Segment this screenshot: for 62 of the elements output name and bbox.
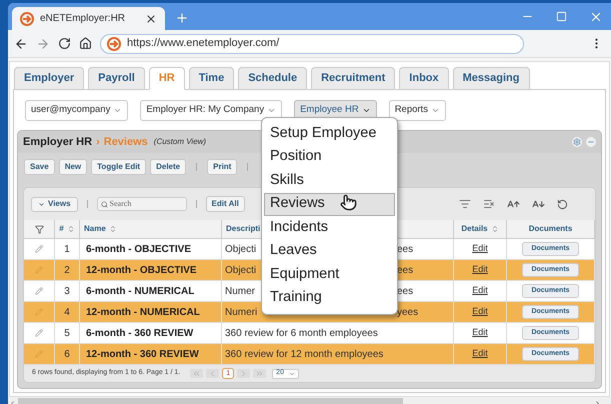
table-cell: 2 [55, 260, 80, 281]
menu-item[interactable]: Incidents [264, 216, 395, 240]
table-cell-text: Objecti [225, 242, 256, 256]
nav-tab[interactable]: Messaging [452, 67, 530, 90]
column-header[interactable]: Details [454, 220, 507, 239]
menu-item[interactable]: Equipment [264, 263, 395, 286]
breadcrumb-separator: › [96, 134, 100, 150]
tab-title: eNETEmployer:HR [40, 12, 126, 26]
edit-link[interactable]: Edit [472, 284, 488, 298]
table-cell-text: 360 review for 6 month employees [225, 326, 378, 340]
table-cell: 5 [55, 323, 80, 344]
nav-tab[interactable]: Payroll [88, 67, 145, 90]
table-cell: 4 [55, 302, 80, 323]
menu-item[interactable]: Setup Employee [264, 122, 395, 146]
nav-tab[interactable]: Employer [14, 67, 84, 90]
menu-item[interactable]: Reviews [264, 192, 395, 216]
address-field[interactable]: https://www.enetemployer.com/ [100, 34, 524, 54]
section-title: Reviews [104, 134, 148, 150]
column-header[interactable]: Name [80, 220, 222, 239]
menu-item[interactable]: Skills [264, 169, 395, 192]
edit-all-button[interactable]: Edit All [206, 196, 245, 212]
table-cell: 12-month - OBJECTIVE [80, 260, 222, 281]
toolbar-button[interactable]: New [58, 159, 88, 175]
toolbar-button[interactable]: Toggle Edit [91, 159, 146, 175]
views-button[interactable]: Views [31, 196, 78, 212]
table-cell-text: ees [397, 242, 414, 256]
nav-tab[interactable]: Schedule [238, 67, 308, 90]
edit-link[interactable]: Edit [472, 326, 488, 340]
table-cell-text: 360 review for 12 month employees [225, 348, 384, 362]
toolbar-button[interactable]: Delete [150, 159, 186, 175]
search-field[interactable]: Search [96, 197, 187, 211]
toolbar-button[interactable]: Print [207, 159, 238, 175]
menu-item[interactable]: Position [264, 146, 395, 169]
menu-item[interactable]: Training [264, 286, 395, 310]
dropdown-button[interactable]: user@mycompany [25, 100, 128, 120]
column-header[interactable]: # [55, 220, 80, 239]
table-cell-text: Objecti [225, 264, 256, 278]
table-cell: 12-month - NUMERICAL [80, 302, 222, 323]
table-cell: 3 [55, 281, 80, 302]
table-cell: 6-month - NUMERICAL [80, 281, 222, 302]
dropdown-button[interactable]: Employer HR: My Company [140, 100, 282, 120]
column-header[interactable]: Documents [507, 220, 595, 239]
menu-item[interactable]: Leaves [264, 240, 395, 263]
nav-tab[interactable]: Time [188, 67, 234, 90]
nav-tab[interactable]: Recruitment [311, 67, 396, 90]
dropdown-button[interactable]: Reports [388, 100, 446, 120]
table-cell-text: ees [397, 264, 414, 278]
edit-link[interactable]: Edit [472, 242, 488, 256]
nav-tab[interactable]: Inbox [399, 67, 449, 90]
table-cell-text: Numeri [225, 306, 258, 320]
table-cell-text: Numer [225, 284, 256, 298]
table-cell: 6-month - 360 REVIEW [80, 323, 222, 344]
table-cell-text: yees [397, 306, 418, 320]
table-cell-text: ees [397, 284, 414, 298]
view-label: (Custom View) [154, 136, 206, 148]
table-cell: 6 [55, 344, 80, 365]
table-cell: 6-month - OBJECTIVE [80, 239, 222, 260]
table-cell: 12-month - 360 REVIEW [80, 344, 222, 365]
browser-tab[interactable]: eNETEmployer:HR [12, 7, 165, 30]
panel-title: Employer HR [23, 134, 92, 150]
toolbar-button[interactable]: Save [24, 159, 55, 175]
table-cell: 1 [55, 239, 80, 260]
